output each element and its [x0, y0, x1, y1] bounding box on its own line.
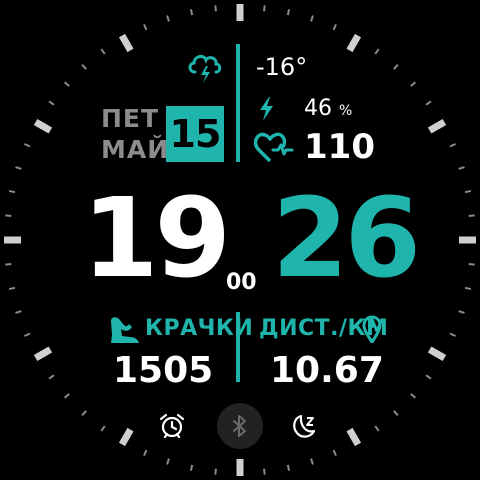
minute-tick — [425, 100, 432, 106]
minute-tick — [468, 214, 475, 217]
day-of-month: 15 — [169, 112, 222, 156]
minute-tick — [263, 468, 266, 475]
minute-tick — [100, 425, 106, 432]
minute-tick — [8, 189, 16, 194]
bluetooth-icon — [233, 415, 246, 437]
hour-tick — [33, 346, 53, 362]
minute-tick — [458, 166, 465, 170]
minute-tick — [468, 263, 475, 266]
sleep-moon-icon[interactable] — [289, 413, 319, 441]
minute-tick — [23, 332, 31, 337]
minute-tick — [449, 143, 457, 148]
minute-tick — [464, 286, 472, 291]
minute-tick — [15, 310, 22, 314]
minute-tick — [100, 48, 106, 55]
minute-tick — [374, 48, 380, 55]
minute-tick — [15, 166, 22, 170]
hour-display: 19 — [82, 174, 231, 302]
seconds-display: 00 — [226, 270, 257, 295]
minute-tick — [458, 310, 465, 314]
lightning-bolt-icon — [260, 97, 273, 121]
weekday-label: ПЕТ — [101, 104, 160, 133]
minute-tick — [332, 449, 337, 457]
minute-tick — [449, 332, 457, 337]
hour-tick — [346, 427, 362, 447]
minute-tick — [81, 410, 87, 417]
minute-tick — [166, 15, 170, 22]
minute-tick — [214, 468, 217, 475]
minute-tick — [464, 189, 472, 194]
hour-tick — [427, 346, 447, 362]
minute-tick — [393, 63, 399, 70]
heart-rate-value: 110 — [304, 127, 375, 167]
minute-tick — [5, 214, 12, 217]
minute-tick — [63, 81, 70, 87]
minute-tick — [48, 100, 55, 106]
minute-tick — [332, 23, 337, 31]
battery-status[interactable]: 46 % — [304, 96, 352, 121]
minute-tick — [48, 374, 55, 380]
cloud-lightning-icon[interactable] — [186, 50, 224, 84]
month-label: МАЙ — [101, 135, 170, 164]
heart-rate-icon[interactable] — [254, 130, 294, 164]
minute-tick — [425, 374, 432, 380]
minute-tick — [214, 5, 217, 12]
bottom-divider — [236, 312, 240, 382]
location-pin-icon — [362, 315, 382, 343]
minute-tick — [374, 425, 380, 432]
alarm-clock-icon[interactable] — [158, 412, 186, 440]
minute-tick — [143, 449, 148, 457]
watch-face: -16° ПЕТ МАЙ 15 46 % 110 19 00 26 КРАЧКИ… — [0, 0, 480, 480]
minute-tick — [189, 464, 194, 472]
battery-unit: % — [339, 103, 353, 119]
hour-tick — [118, 33, 134, 53]
hour-tick — [346, 33, 362, 53]
minute-display: 26 — [272, 174, 421, 302]
hour-tick — [33, 118, 53, 134]
minute-tick — [310, 458, 314, 465]
minute-tick — [81, 63, 87, 70]
minute-tick — [189, 8, 194, 16]
hour-tick — [118, 427, 134, 447]
minute-tick — [263, 5, 266, 12]
distance-value: 10.67 — [270, 350, 384, 391]
minute-tick — [393, 410, 399, 417]
minute-tick — [166, 458, 170, 465]
temperature-value: -16° — [256, 53, 308, 81]
day-of-month-box: 15 — [166, 106, 224, 162]
minute-tick — [143, 23, 148, 31]
minute-tick — [8, 286, 16, 291]
minute-tick — [410, 393, 417, 399]
minute-tick — [63, 393, 70, 399]
minute-tick — [310, 15, 314, 22]
steps-value: 1505 — [113, 350, 214, 391]
minute-tick — [5, 263, 12, 266]
minute-tick — [410, 81, 417, 87]
top-divider — [236, 44, 240, 162]
minute-tick — [23, 143, 31, 148]
hour-tick — [427, 118, 447, 134]
battery-value: 46 — [304, 96, 332, 121]
steps-icon — [111, 317, 139, 343]
minute-tick — [286, 464, 291, 472]
minute-tick — [286, 8, 291, 16]
bluetooth-status[interactable] — [217, 403, 263, 449]
